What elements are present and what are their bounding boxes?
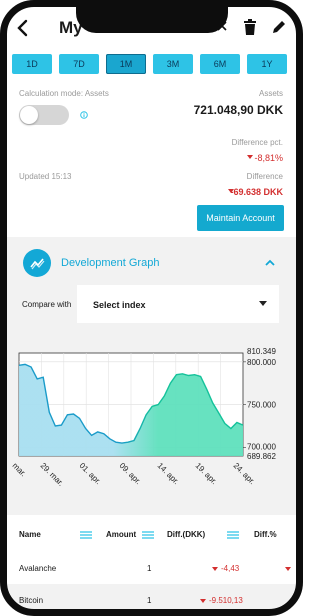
x-tick-label: 01. apr. <box>78 461 103 486</box>
column-menu-icon[interactable] <box>227 531 239 539</box>
down-triangle-icon <box>247 155 253 159</box>
down-triangle-icon <box>200 599 206 603</box>
updated-label: Updated 15:13 <box>19 172 72 181</box>
period-button-3m[interactable]: 3M <box>153 54 193 74</box>
row-amount: 1 <box>147 596 152 605</box>
phone-notch <box>76 0 228 33</box>
development-graph-title[interactable]: Development Graph <box>61 257 159 269</box>
chart-svg: 810.349 800.000 750.000 700.000689.862 mar. 2… <box>11 347 277 488</box>
period-button-1d[interactable]: 1D <box>12 54 52 74</box>
column-header-amount[interactable]: Amount <box>106 530 136 539</box>
index-select-value: Select index <box>93 300 146 310</box>
y-tick-label: 800.000 <box>247 358 276 367</box>
difference-label: Difference <box>246 172 283 181</box>
edit-pencil-icon[interactable] <box>271 19 287 35</box>
development-chart: 810.349 800.000 750.000 700.000 689.862 mar. 2… <box>7 341 296 515</box>
compare-with-label: Compare with <box>22 300 72 309</box>
column-header-name[interactable]: Name <box>19 530 41 539</box>
caret-down-icon <box>259 301 267 306</box>
trash-icon[interactable] <box>243 19 257 36</box>
row-amount: 1 <box>147 564 152 573</box>
development-graph-section: Development Graph Compare with Select in… <box>7 237 296 515</box>
column-header-diff-dkk[interactable]: Diff.(DKK) <box>167 530 205 539</box>
period-button-1m[interactable]: 1M <box>106 54 146 74</box>
x-tick-label: mar. <box>11 461 28 478</box>
calc-mode-label: Calculation mode: Assets <box>19 89 109 98</box>
row-name: Bitcoin <box>19 596 44 605</box>
row-diff: -4,43 <box>221 564 240 573</box>
row-diff: -9.510,13 <box>209 596 243 605</box>
diff-pct-label: Difference pct. <box>231 138 283 147</box>
toggle-knob <box>20 106 38 124</box>
x-tick-label: 14. apr. <box>156 461 181 486</box>
holdings-table-header: Name Amount Diff.(DKK) Diff.% <box>7 520 296 550</box>
index-select[interactable]: Select index <box>77 285 279 323</box>
diff-pct-value: -8,81% <box>254 153 283 163</box>
y-tick-label: 700.000 <box>247 442 276 451</box>
maintain-account-button[interactable]: Maintain Account <box>197 205 284 231</box>
info-icon[interactable] <box>80 111 88 119</box>
period-selector: 1D 7D 1M 3M 6M 1Y <box>12 54 292 76</box>
column-header-diff-pct[interactable]: Diff.% <box>254 530 277 539</box>
down-triangle-icon <box>285 567 291 571</box>
column-menu-icon[interactable] <box>142 531 154 539</box>
graph-icon <box>23 249 51 277</box>
x-tick-label: 09. apr. <box>118 461 143 486</box>
app-screen: My 1D 7D 1M 3M 6M 1Y Calculation mode: A… <box>7 7 296 609</box>
y-tick-label: 689.862 <box>247 452 276 461</box>
difference-value: -69.638 DKK <box>230 187 283 197</box>
down-triangle-icon <box>212 567 218 571</box>
y-tick-label: 810.349 <box>247 347 276 356</box>
x-tick-label: 29. mar. <box>39 461 66 488</box>
back-arrow-icon[interactable] <box>16 19 30 37</box>
table-row[interactable]: Avalanche 1 -4,43 <box>7 552 296 584</box>
assets-value: 721.048,90 DKK <box>193 103 283 117</box>
column-menu-icon[interactable] <box>80 531 92 539</box>
period-button-7d[interactable]: 7D <box>59 54 99 74</box>
table-row[interactable]: Bitcoin 1 -9.510,13 <box>7 584 296 609</box>
period-button-1y[interactable]: 1Y <box>247 54 287 74</box>
x-tick-label: 19. apr. <box>194 461 219 486</box>
assets-label: Assets <box>258 89 283 98</box>
period-button-6m[interactable]: 6M <box>200 54 240 74</box>
chevron-up-icon[interactable] <box>265 259 275 266</box>
y-tick-label: 750.000 <box>247 401 276 410</box>
calc-mode-toggle[interactable] <box>19 105 69 125</box>
row-name: Avalanche <box>19 564 57 573</box>
x-tick-label: 24. apr. <box>232 461 257 486</box>
